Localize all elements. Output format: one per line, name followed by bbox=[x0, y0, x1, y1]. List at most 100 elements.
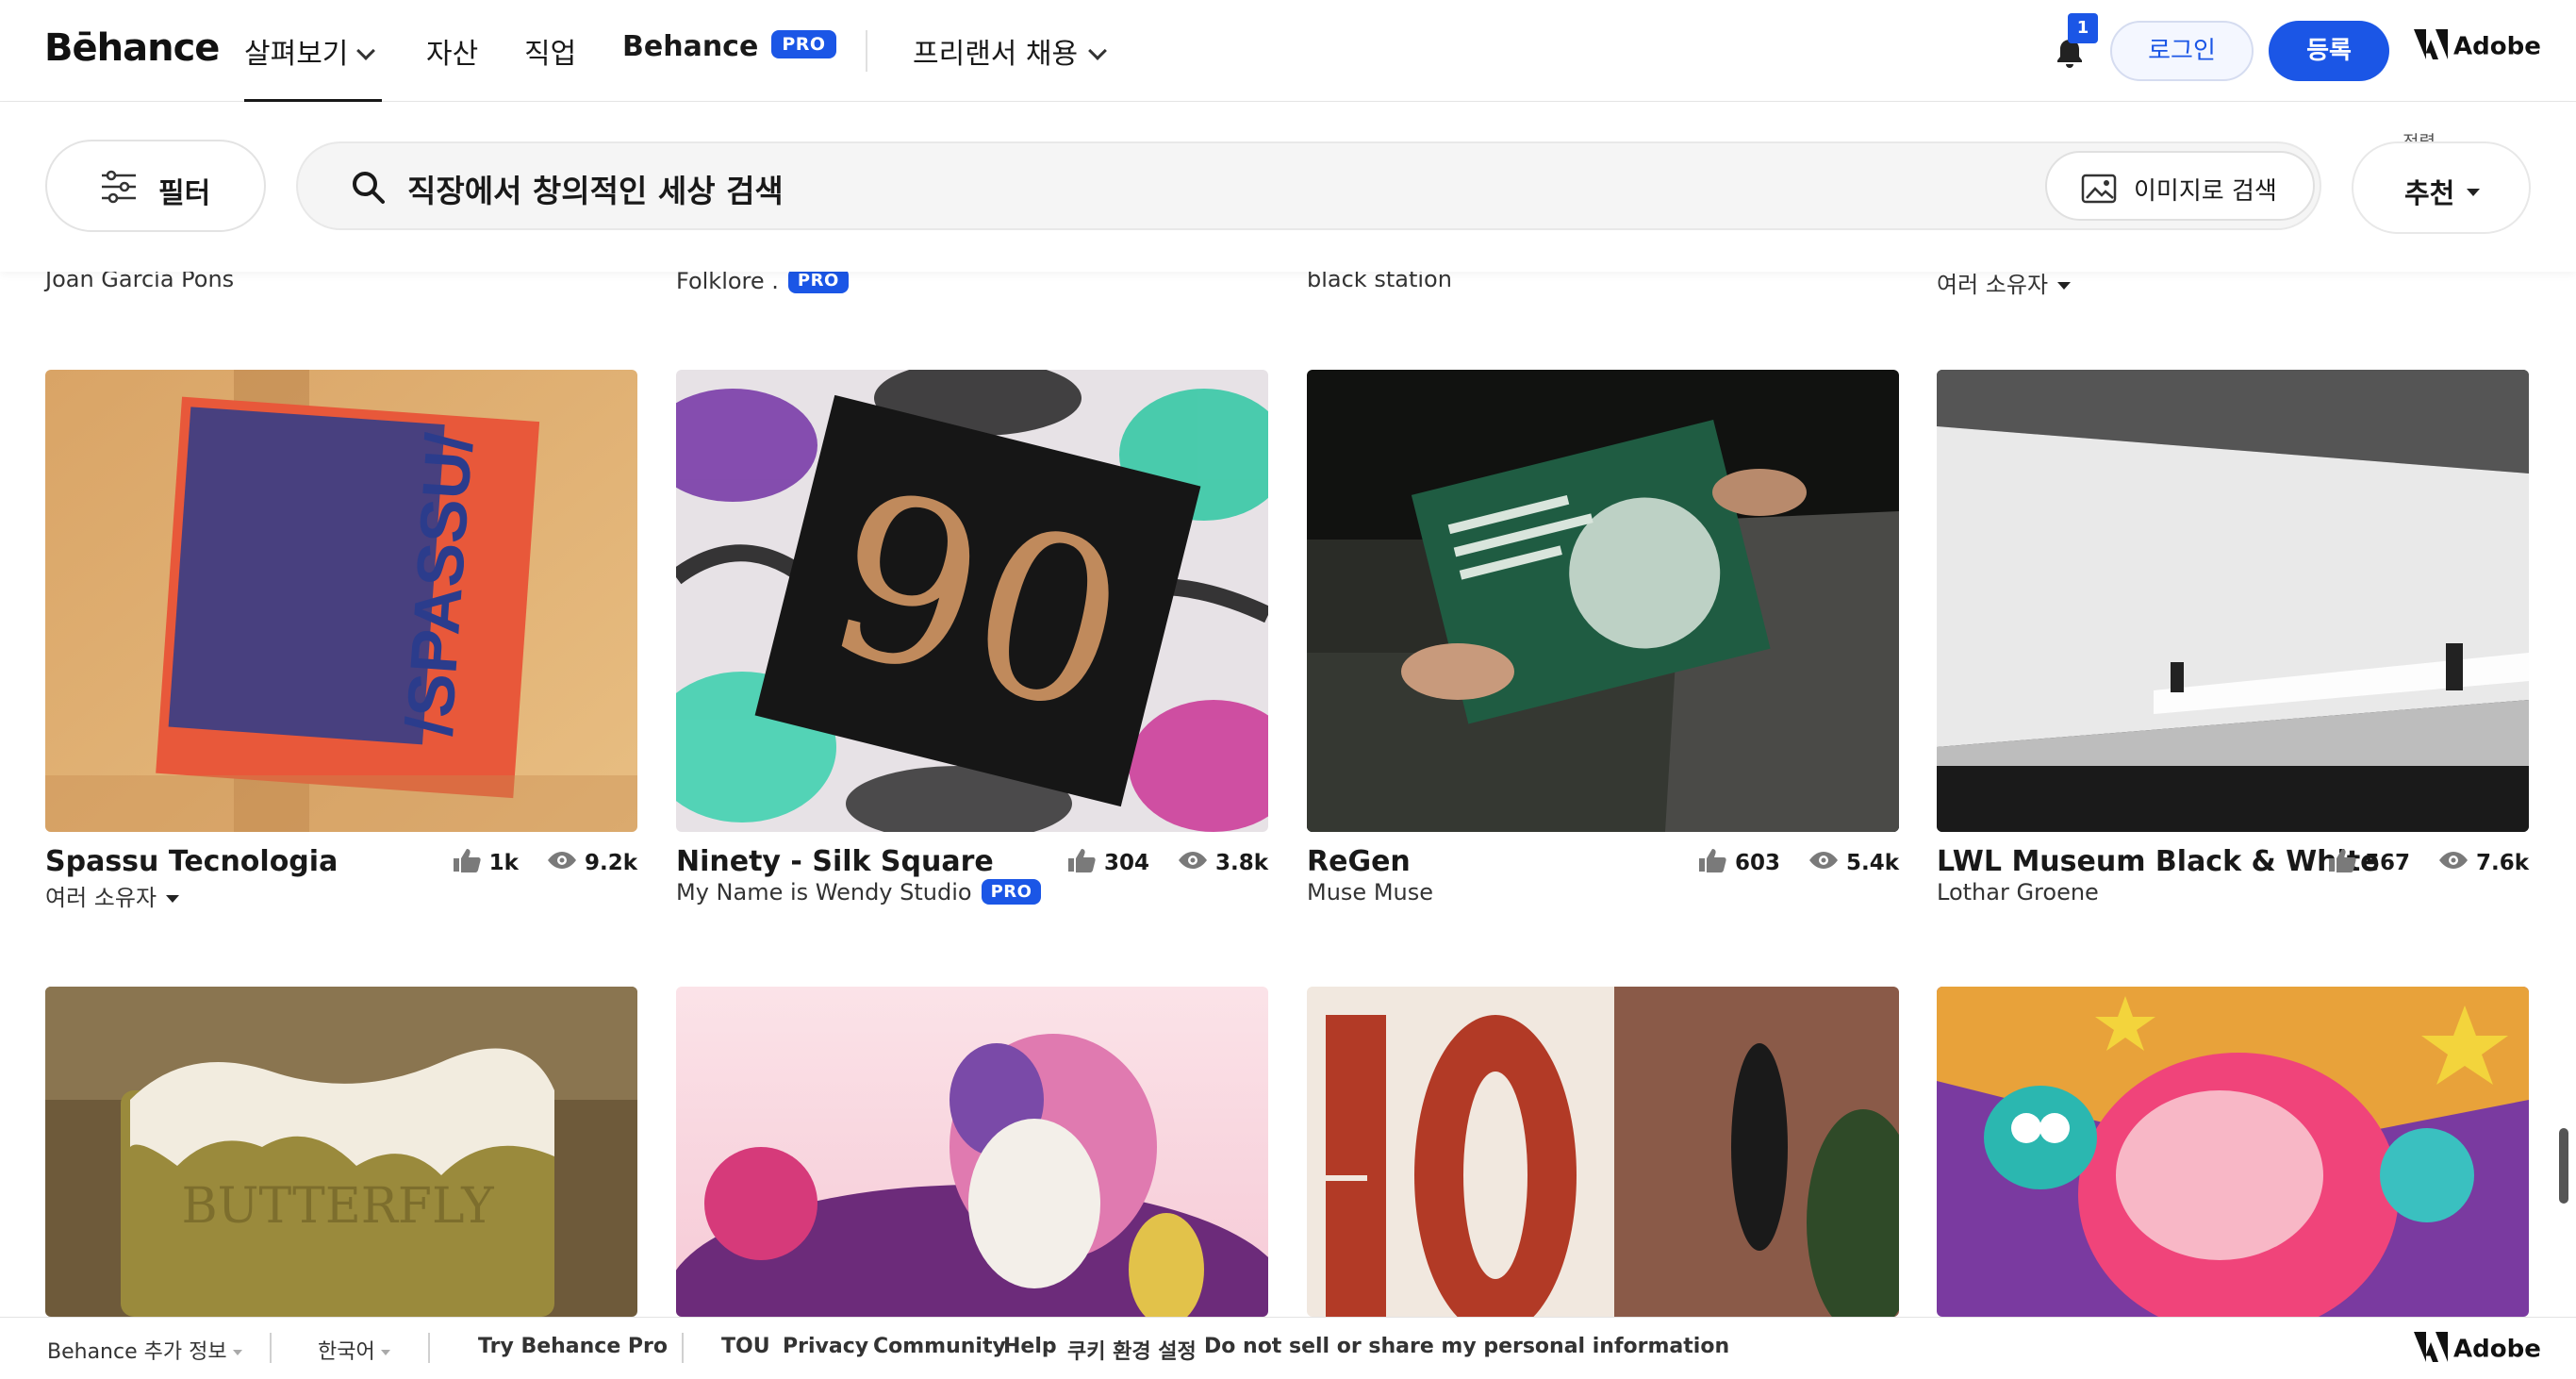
project-owner[interactable]: 여러 소유자 bbox=[45, 879, 180, 912]
search-icon bbox=[353, 172, 385, 204]
thumbs-up-icon bbox=[2327, 847, 2357, 879]
project-title[interactable]: LWL Museum Black & White bbox=[1937, 845, 2380, 878]
project-stats: 1k 9.2k bbox=[452, 847, 637, 879]
filter-button[interactable]: 필터 bbox=[45, 140, 266, 232]
search-placeholder: 직장에서 창의적인 세상 검색 bbox=[407, 173, 784, 209]
project-stats: 304 3.8k bbox=[1066, 847, 1268, 879]
footer-tou[interactable]: TOU bbox=[721, 1335, 770, 1358]
footer-adobe-link[interactable]: Adobe bbox=[2414, 1332, 2541, 1365]
chevron-down-icon bbox=[356, 42, 376, 60]
filter-sliders-icon bbox=[102, 170, 136, 204]
sort-dropdown[interactable]: 추천 bbox=[2352, 141, 2531, 234]
login-button[interactable]: 로그인 bbox=[2110, 21, 2254, 81]
project-meta: LWL Museum Black & White Lothar Groene 5… bbox=[1937, 845, 2529, 921]
footer-community[interactable]: Community bbox=[873, 1335, 1006, 1358]
footer-do-not-sell[interactable]: Do not sell or share my personal informa… bbox=[1204, 1335, 1729, 1358]
project-owner[interactable]: My Name is Wendy Studio PRO bbox=[676, 878, 1042, 906]
nav-assets[interactable]: 자산 bbox=[426, 30, 478, 72]
project-owner[interactable]: Muse Muse bbox=[1307, 879, 1433, 905]
footer-divider bbox=[270, 1333, 272, 1363]
owner-name: My Name is Wendy Studio bbox=[676, 879, 972, 905]
pro-badge: PRO bbox=[771, 29, 836, 58]
views-count: 9.2k bbox=[584, 851, 637, 875]
sort-value: 추천 bbox=[2404, 177, 2455, 209]
project-owner[interactable]: Lothar Groene bbox=[1937, 879, 2099, 905]
nav-browse[interactable]: 살펴보기 bbox=[244, 30, 376, 72]
nav-jobs[interactable]: 직업 bbox=[524, 30, 576, 72]
owner-name: Muse Muse bbox=[1307, 879, 1434, 905]
svg-text:BUTTERFLY: BUTTERFLY bbox=[181, 1178, 494, 1235]
footer-tou-label: TOU bbox=[721, 1335, 770, 1358]
views-count: 7.6k bbox=[2475, 851, 2529, 875]
page-scrollbar[interactable] bbox=[2559, 1128, 2568, 1204]
project-thumbnail[interactable] bbox=[1307, 987, 1899, 1317]
project-image bbox=[1307, 370, 1899, 832]
project-image bbox=[1307, 987, 1899, 1317]
signup-button[interactable]: 등록 bbox=[2269, 21, 2389, 81]
adobe-logo-icon bbox=[2414, 29, 2448, 59]
behance-logo[interactable]: Bēhance bbox=[44, 26, 220, 70]
views-count: 3.8k bbox=[1214, 851, 1268, 875]
project-meta: ReGen Muse Muse 603 5.4k bbox=[1307, 845, 1899, 921]
footer-language[interactable]: 한국어 bbox=[318, 1335, 390, 1365]
thumbs-up-icon bbox=[452, 847, 482, 879]
footer-cookie-settings[interactable]: 쿠키 환경 설정 bbox=[1067, 1335, 1197, 1365]
pro-badge: PRO bbox=[981, 878, 1042, 905]
top-navigation: Bēhance 살펴보기 자산 직업 Behance PRO 프리랜서 채용 1 … bbox=[0, 0, 2576, 103]
views-count: 5.4k bbox=[1845, 851, 1899, 875]
project-title[interactable]: Ninety - Silk Square bbox=[676, 845, 994, 878]
project-thumbnail[interactable] bbox=[1937, 370, 2529, 832]
adobe-label: Adobe bbox=[2453, 1335, 2541, 1364]
project-title[interactable]: ReGen bbox=[1307, 845, 1411, 878]
caret-down-icon bbox=[166, 895, 180, 903]
footer-help-label: Help bbox=[1003, 1335, 1057, 1358]
eye-icon bbox=[547, 850, 577, 876]
footer-do-not-sell-label: Do not sell or share my personal informa… bbox=[1204, 1335, 1730, 1358]
footer-language-label: 한국어 bbox=[318, 1340, 375, 1364]
likes-count: 567 bbox=[2364, 851, 2410, 875]
eye-icon bbox=[1178, 850, 1208, 876]
project-thumbnail[interactable]: BUTTERFLY bbox=[45, 987, 637, 1317]
project-thumbnail[interactable] bbox=[676, 987, 1268, 1317]
thumbs-up-icon bbox=[1697, 847, 1727, 879]
project-thumbnail[interactable]: /SPASSU/ bbox=[45, 370, 637, 832]
project-image: /SPASSU/ bbox=[45, 370, 637, 832]
footer-try-pro[interactable]: Try Behance Pro bbox=[478, 1335, 668, 1358]
project-image: BUTTERFLY bbox=[45, 987, 637, 1317]
image-icon bbox=[2081, 174, 2117, 204]
image-search-button[interactable]: 이미지로 검색 bbox=[2045, 151, 2315, 221]
footer-divider bbox=[682, 1333, 684, 1363]
nav-freelance-label: 프리랜서 채용 bbox=[913, 38, 1079, 71]
adobe-logo-icon bbox=[2414, 1332, 2448, 1362]
project-stats: 603 5.4k bbox=[1697, 847, 1899, 879]
project-thumbnail[interactable]: 90 bbox=[676, 370, 1268, 832]
previous-row-owner[interactable]: Folklore . PRO bbox=[676, 267, 849, 295]
footer-divider bbox=[428, 1333, 430, 1363]
search-input[interactable]: 직장에서 창의적인 세상 검색 이미지로 검색 bbox=[296, 141, 2321, 230]
owner-name: Lothar Groene bbox=[1937, 879, 2099, 905]
thumbs-up-icon bbox=[1066, 847, 1097, 879]
project-title[interactable]: Spassu Tecnologia bbox=[45, 845, 338, 878]
adobe-link[interactable]: Adobe bbox=[2414, 29, 2541, 62]
project-thumbnail[interactable] bbox=[1307, 370, 1899, 832]
project-image: 90 bbox=[676, 370, 1268, 832]
eye-icon bbox=[1808, 850, 1839, 876]
project-image bbox=[1937, 987, 2529, 1317]
project-image bbox=[676, 987, 1268, 1317]
nav-behance-pro[interactable]: Behance PRO bbox=[622, 29, 836, 63]
footer-help[interactable]: Help bbox=[1003, 1335, 1057, 1358]
filter-label: 필터 bbox=[158, 177, 211, 210]
chevron-down-icon bbox=[1088, 42, 1108, 60]
footer-try-pro-label: Try Behance Pro bbox=[478, 1335, 669, 1358]
project-thumbnail[interactable] bbox=[1937, 987, 2529, 1317]
nav-hire-freelancers[interactable]: 프리랜서 채용 bbox=[913, 30, 1108, 72]
likes-count: 304 bbox=[1103, 851, 1149, 875]
owner-name: Folklore . bbox=[676, 268, 779, 294]
footer-privacy[interactable]: Privacy bbox=[783, 1335, 868, 1358]
nav-behance-label: Behance bbox=[622, 30, 759, 63]
project-meta: Spassu Tecnologia 여러 소유자 1k 9.2k bbox=[45, 845, 637, 921]
footer-more-info[interactable]: Behance 추가 정보 bbox=[47, 1335, 242, 1365]
adobe-label: Adobe bbox=[2453, 32, 2541, 61]
caret-down-icon bbox=[2057, 282, 2072, 290]
likes-count: 603 bbox=[1734, 851, 1780, 875]
